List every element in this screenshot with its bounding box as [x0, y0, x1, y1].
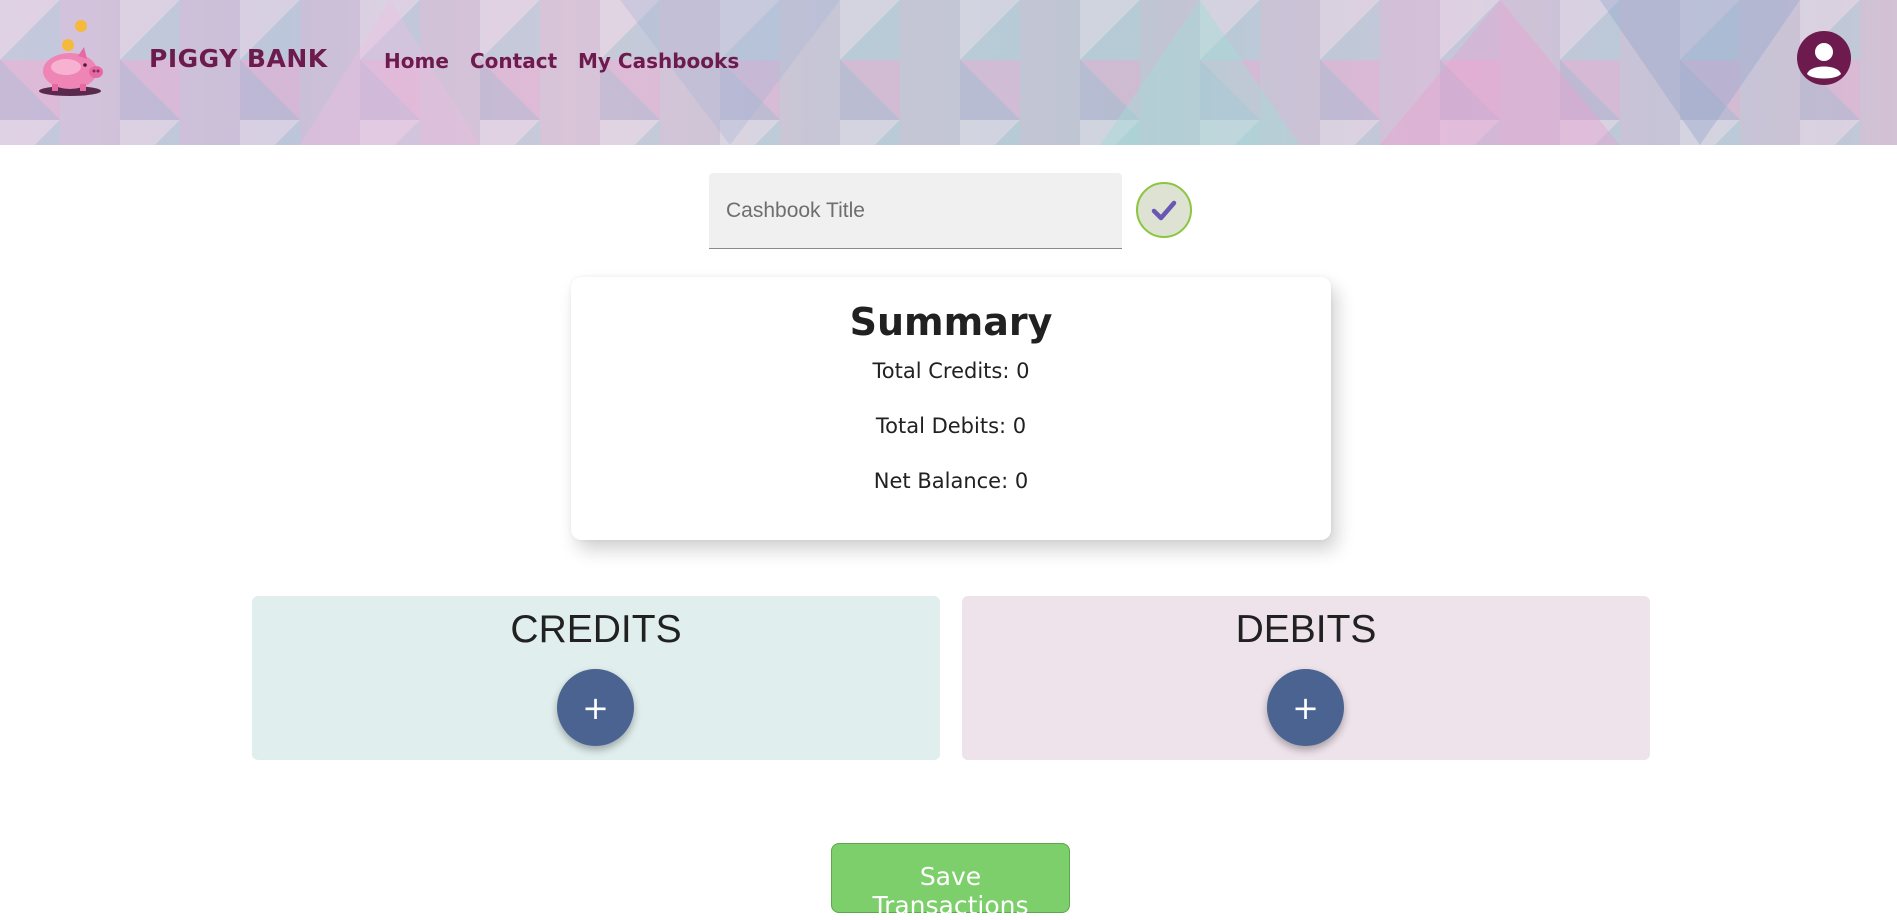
save-transactions-button[interactable]: Save Transactions — [831, 843, 1070, 920]
credits-panel: CREDITS + — [252, 596, 940, 760]
cashbook-title-input[interactable] — [709, 173, 1122, 249]
summary-card: Summary Total Credits: 0 Total Debits: 0… — [571, 277, 1331, 540]
debits-panel: DEBITS + — [962, 596, 1650, 760]
header-pattern — [1380, 0, 1620, 145]
add-debit-button[interactable]: + — [1267, 669, 1344, 746]
total-debits-text: Total Debits: 0 — [875, 414, 1027, 438]
nav-my-cashbooks-link[interactable]: My Cashbooks — [578, 49, 739, 73]
confirm-title-button[interactable] — [1136, 182, 1192, 238]
user-account-icon[interactable] — [1797, 31, 1851, 85]
credits-title: CREDITS — [510, 608, 682, 651]
add-credit-button[interactable]: + — [557, 669, 634, 746]
total-credits-text: Total Credits: 0 — [872, 359, 1030, 383]
checkmark-icon — [1151, 200, 1177, 221]
nav-contact-link[interactable]: Contact — [470, 49, 557, 73]
header-pattern — [1100, 0, 1300, 145]
summary-heading: Summary — [849, 300, 1053, 344]
piggy-bank-icon[interactable] — [34, 16, 106, 98]
net-balance-text: Net Balance: 0 — [873, 469, 1029, 493]
nav-home-link[interactable]: Home — [384, 49, 449, 73]
debits-title: DEBITS — [1235, 608, 1377, 651]
site-header: PIGGY BANK Home Contact My Cashbooks — [0, 0, 1897, 145]
header-pattern — [1600, 0, 1800, 145]
brand-name[interactable]: PIGGY BANK — [149, 44, 328, 73]
